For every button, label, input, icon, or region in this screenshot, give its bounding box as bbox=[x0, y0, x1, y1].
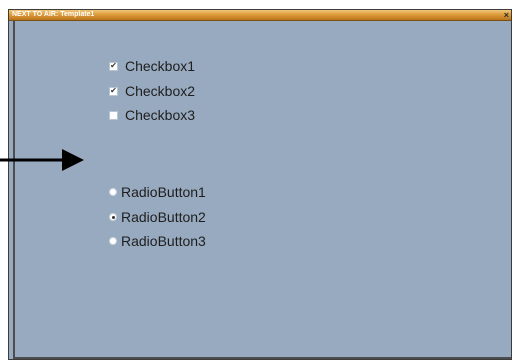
checkmark-icon: ✔ bbox=[110, 61, 117, 70]
checkbox-2[interactable]: ✔ Checkbox2 bbox=[109, 83, 195, 99]
radio-label: RadioButton2 bbox=[121, 209, 206, 225]
radio-circle[interactable] bbox=[109, 213, 117, 221]
checkmark-icon: ✔ bbox=[110, 86, 117, 95]
radio-circle[interactable] bbox=[109, 237, 117, 245]
radio-selected-dot bbox=[111, 215, 115, 219]
template-window: NEXT TO AIR: Template1 × ✔ Checkbox1 ✔ C… bbox=[8, 9, 512, 360]
radio-label: RadioButton1 bbox=[121, 184, 206, 200]
radio-button-2[interactable]: RadioButton2 bbox=[109, 209, 206, 225]
window-title: NEXT TO AIR: Template1 bbox=[12, 11, 95, 18]
title-bar[interactable]: NEXT TO AIR: Template1 × bbox=[9, 10, 511, 21]
frame-left-edge bbox=[13, 21, 15, 359]
checkbox-1[interactable]: ✔ Checkbox1 bbox=[109, 58, 195, 74]
radio-circle[interactable] bbox=[109, 188, 117, 196]
radio-label: RadioButton3 bbox=[121, 233, 206, 249]
radio-button-1[interactable]: RadioButton1 bbox=[109, 184, 206, 200]
checkbox-box[interactable] bbox=[109, 110, 118, 120]
radio-button-3[interactable]: RadioButton3 bbox=[109, 233, 206, 249]
close-icon[interactable]: × bbox=[504, 10, 509, 20]
arrow-right-icon bbox=[0, 149, 84, 171]
checkbox-box[interactable]: ✔ bbox=[109, 61, 118, 71]
checkbox-3[interactable]: Checkbox3 bbox=[109, 107, 195, 123]
checkbox-label: Checkbox2 bbox=[125, 83, 196, 99]
checkbox-label: Checkbox1 bbox=[125, 58, 196, 74]
checkbox-box[interactable]: ✔ bbox=[109, 86, 118, 96]
frame-bottom-edge bbox=[13, 357, 511, 359]
checkbox-label: Checkbox3 bbox=[125, 107, 196, 123]
